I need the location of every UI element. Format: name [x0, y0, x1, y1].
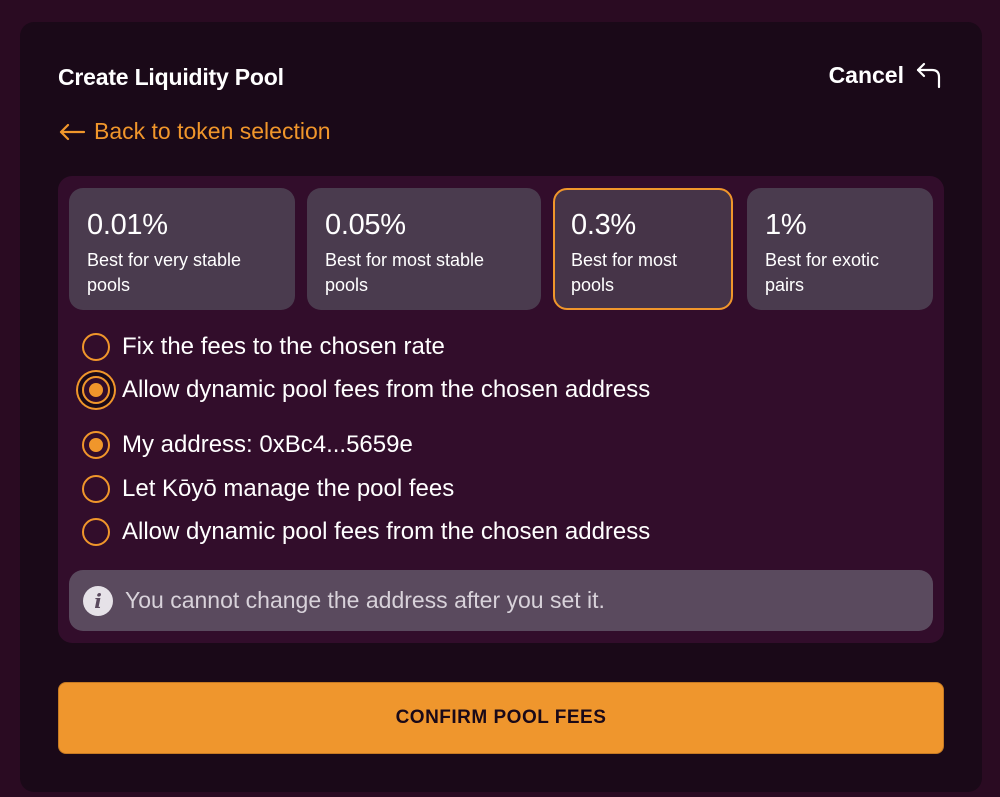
info-text: You cannot change the address after you …: [125, 587, 605, 613]
fee-tier-0-01[interactable]: 0.01% Best for very stable pools: [69, 188, 295, 310]
fee-tier-1[interactable]: 1% Best for exotic pairs: [747, 188, 933, 310]
fee-tier-percent: 0.01%: [87, 209, 168, 241]
back-to-token-selection-link[interactable]: Back to token selection: [58, 118, 331, 145]
option-label: Allow dynamic pool fees from the chosen …: [122, 376, 651, 403]
my-address-radio[interactable]: [82, 431, 110, 459]
fix-fees-option[interactable]: Fix the fees to the chosen rate: [82, 333, 445, 361]
page-title: Create Liquidity Pool: [58, 64, 284, 90]
fix-fees-radio[interactable]: [82, 333, 110, 361]
chosen-address-option[interactable]: Allow dynamic pool fees from the chosen …: [82, 518, 650, 546]
fee-tier-description: Best for exotic pairs: [765, 250, 880, 295]
option-label: My address: 0xBc4...5659e: [122, 431, 413, 458]
fee-tier-description: Best for most pools: [571, 250, 678, 295]
back-label: Back to token selection: [94, 118, 331, 144]
fee-tier-0-3[interactable]: 0.3% Best for most pools: [553, 188, 733, 310]
my-address-option[interactable]: My address: 0xBc4...5659e: [82, 431, 413, 459]
info-icon: i: [83, 585, 113, 616]
fee-tier-description: Best for very stable pools: [87, 250, 242, 295]
fee-tier-percent: 0.05%: [325, 209, 406, 241]
fee-tier-selector: 0.01% Best for very stable pools 0.05% B…: [69, 188, 933, 310]
koyo-manage-option[interactable]: Let Kōyō manage the pool fees: [82, 475, 454, 503]
fee-tier-percent: 0.3%: [571, 209, 636, 241]
option-label: Let Kōyō manage the pool fees: [122, 475, 455, 502]
dynamic-fees-option[interactable]: Allow dynamic pool fees from the chosen …: [82, 376, 650, 404]
option-label: Fix the fees to the chosen rate: [122, 333, 445, 360]
chosen-address-radio[interactable]: [82, 518, 110, 546]
fee-tier-description: Best for most stable pools: [325, 250, 485, 295]
fee-settings-section: 0.01% Best for very stable pools 0.05% B…: [58, 176, 944, 643]
fee-tier-0-05[interactable]: 0.05% Best for most stable pools: [307, 188, 541, 310]
fee-tier-percent: 1%: [765, 209, 807, 241]
create-pool-panel: Create Liquidity Pool Cancel Back to tok…: [20, 22, 982, 792]
arrow-left-icon: [59, 123, 86, 140]
cancel-label: Cancel: [828, 61, 904, 88]
option-label: Allow dynamic pool fees from the chosen …: [122, 518, 651, 545]
koyo-manage-radio[interactable]: [82, 475, 110, 503]
confirm-label: CONFIRM POOL FEES: [395, 707, 607, 728]
return-arrow-icon: [916, 62, 941, 89]
confirm-pool-fees-button[interactable]: CONFIRM POOL FEES: [58, 682, 944, 754]
info-banner: i You cannot change the address after yo…: [69, 570, 933, 631]
dynamic-fees-radio[interactable]: [82, 376, 110, 404]
cancel-button[interactable]: Cancel: [829, 60, 944, 90]
